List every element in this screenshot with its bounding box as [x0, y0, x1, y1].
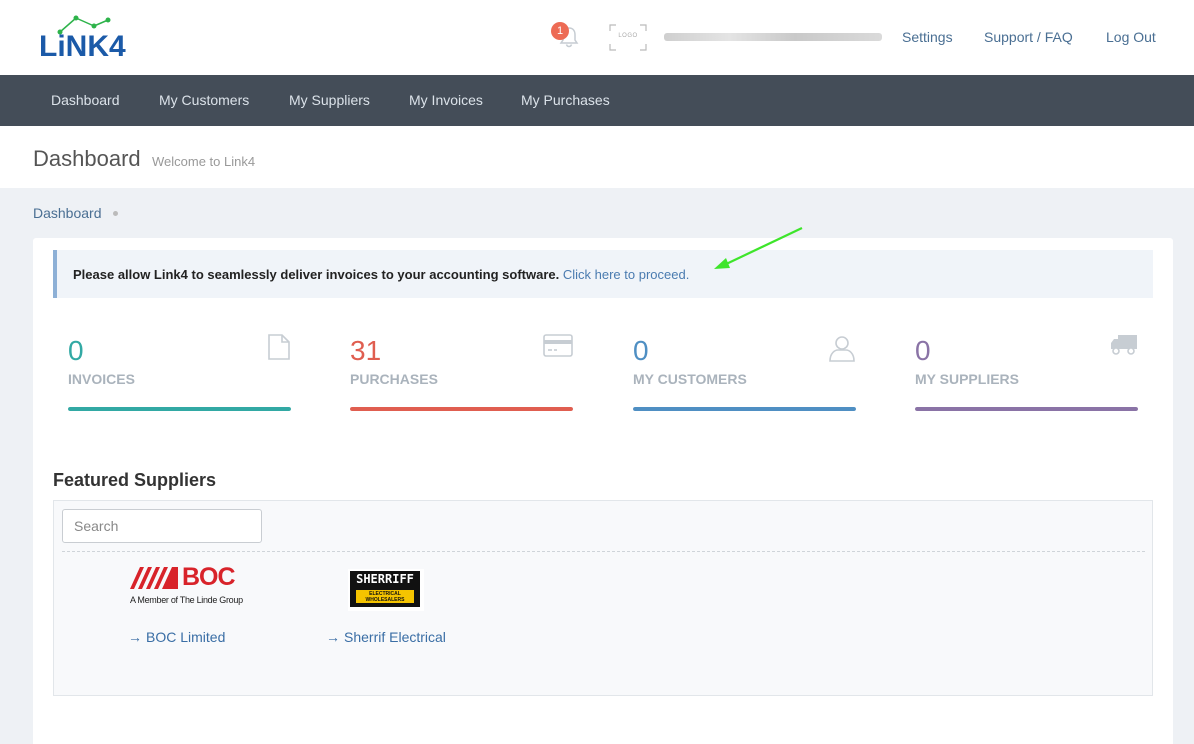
- featured-suppliers-panel: BOC A Member of The Linde Group →BOC Lim…: [53, 500, 1153, 696]
- supplier-search-input[interactable]: [62, 509, 262, 543]
- boc-logo-text: BOC: [182, 563, 236, 591]
- alert-text: Please allow Link4 to seamlessly deliver…: [73, 267, 560, 282]
- stat-progress-bar: [633, 407, 856, 411]
- support-faq-link[interactable]: Support / FAQ: [984, 29, 1073, 45]
- annotation-arrow-icon: [714, 227, 803, 269]
- top-bar: LiNK4 1 LOGO Settings Support / FAQ Log …: [0, 0, 1194, 75]
- stat-purchases[interactable]: 31 PURCHASES: [350, 330, 573, 420]
- supplier-name: BOC Limited: [146, 629, 226, 645]
- nav-my-suppliers[interactable]: My Suppliers: [289, 92, 370, 108]
- notification-badge[interactable]: 1: [551, 22, 569, 40]
- sherriff-logo-tagline: ELECTRICAL WHOLESALERS: [356, 590, 414, 603]
- user-icon: [829, 336, 855, 362]
- page-subtitle: Welcome to Link4: [152, 154, 256, 169]
- nav-dashboard[interactable]: Dashboard: [51, 92, 120, 108]
- boc-stripes-icon: [130, 567, 178, 589]
- dashboard-card: Please allow Link4 to seamlessly deliver…: [33, 238, 1173, 744]
- stat-progress-fill: [633, 407, 856, 411]
- stat-value: 0: [633, 335, 649, 366]
- main-nav: Dashboard My Customers My Suppliers My I…: [0, 75, 1194, 126]
- company-logo-placeholder[interactable]: LOGO: [609, 24, 647, 51]
- supplier-name: Sherrif Electrical: [344, 629, 446, 645]
- arrow-right-icon: →: [326, 629, 340, 645]
- stat-progress-bar: [68, 407, 291, 411]
- stat-value: 31: [350, 335, 382, 366]
- file-icon: [268, 334, 290, 360]
- supplier-link-boc[interactable]: → BOC Limited: [128, 629, 225, 645]
- divider: [62, 551, 1145, 552]
- link4-logo[interactable]: LiNK4: [36, 14, 132, 64]
- page-title: Dashboard: [33, 146, 141, 171]
- breadcrumb-separator: [113, 211, 118, 216]
- accounting-alert: Please allow Link4 to seamlessly deliver…: [53, 250, 1153, 298]
- stat-progress-bar: [915, 407, 1138, 411]
- stat-label: INVOICES: [68, 371, 135, 387]
- sherriff-logo-text: SHERRIFF: [356, 572, 414, 586]
- stat-progress-bar: [350, 407, 573, 411]
- truck-icon: [1111, 335, 1137, 355]
- supplier-link-sherrif[interactable]: → Sherrif Electrical: [326, 629, 446, 645]
- stat-progress-fill: [915, 407, 1138, 411]
- logout-link[interactable]: Log Out: [1106, 29, 1156, 45]
- alert-message: Please allow Link4 to seamlessly deliver…: [73, 267, 689, 282]
- stat-my-customers[interactable]: 0 MY CUSTOMERS: [633, 330, 856, 420]
- stat-value: 0: [68, 335, 84, 366]
- alert-proceed-link[interactable]: Click here to proceed.: [563, 267, 689, 282]
- user-name-redacted[interactable]: [664, 33, 882, 41]
- arrow-right-icon: →: [128, 629, 142, 645]
- stat-my-suppliers[interactable]: 0 MY SUPPLIERS: [915, 330, 1138, 420]
- boc-logo[interactable]: BOC A Member of The Linde Group: [128, 563, 243, 615]
- nav-my-purchases[interactable]: My Purchases: [521, 92, 610, 108]
- company-logo-text: LOGO: [618, 33, 638, 39]
- sherriff-logo[interactable]: SHERRIFF ELECTRICAL WHOLESALERS: [348, 569, 424, 611]
- stat-progress-fill: [68, 407, 291, 411]
- featured-suppliers-heading: Featured Suppliers: [53, 470, 217, 490]
- breadcrumb-dashboard[interactable]: Dashboard: [33, 205, 102, 221]
- stat-value: 0: [915, 335, 931, 366]
- stat-label: MY CUSTOMERS: [633, 371, 747, 387]
- nav-my-customers[interactable]: My Customers: [159, 92, 249, 108]
- logo-wordmark: LiNK4: [39, 30, 126, 63]
- stat-label: MY SUPPLIERS: [915, 371, 1019, 387]
- page-header: Dashboard Welcome to Link4: [0, 126, 1194, 188]
- stat-invoices[interactable]: 0 INVOICES: [68, 330, 291, 420]
- credit-card-icon: [543, 334, 573, 357]
- nav-my-invoices[interactable]: My Invoices: [409, 92, 483, 108]
- settings-link[interactable]: Settings: [902, 29, 953, 45]
- boc-logo-tagline: A Member of The Linde Group: [130, 595, 243, 605]
- stat-progress-fill: [350, 407, 573, 411]
- stat-label: PURCHASES: [350, 371, 438, 387]
